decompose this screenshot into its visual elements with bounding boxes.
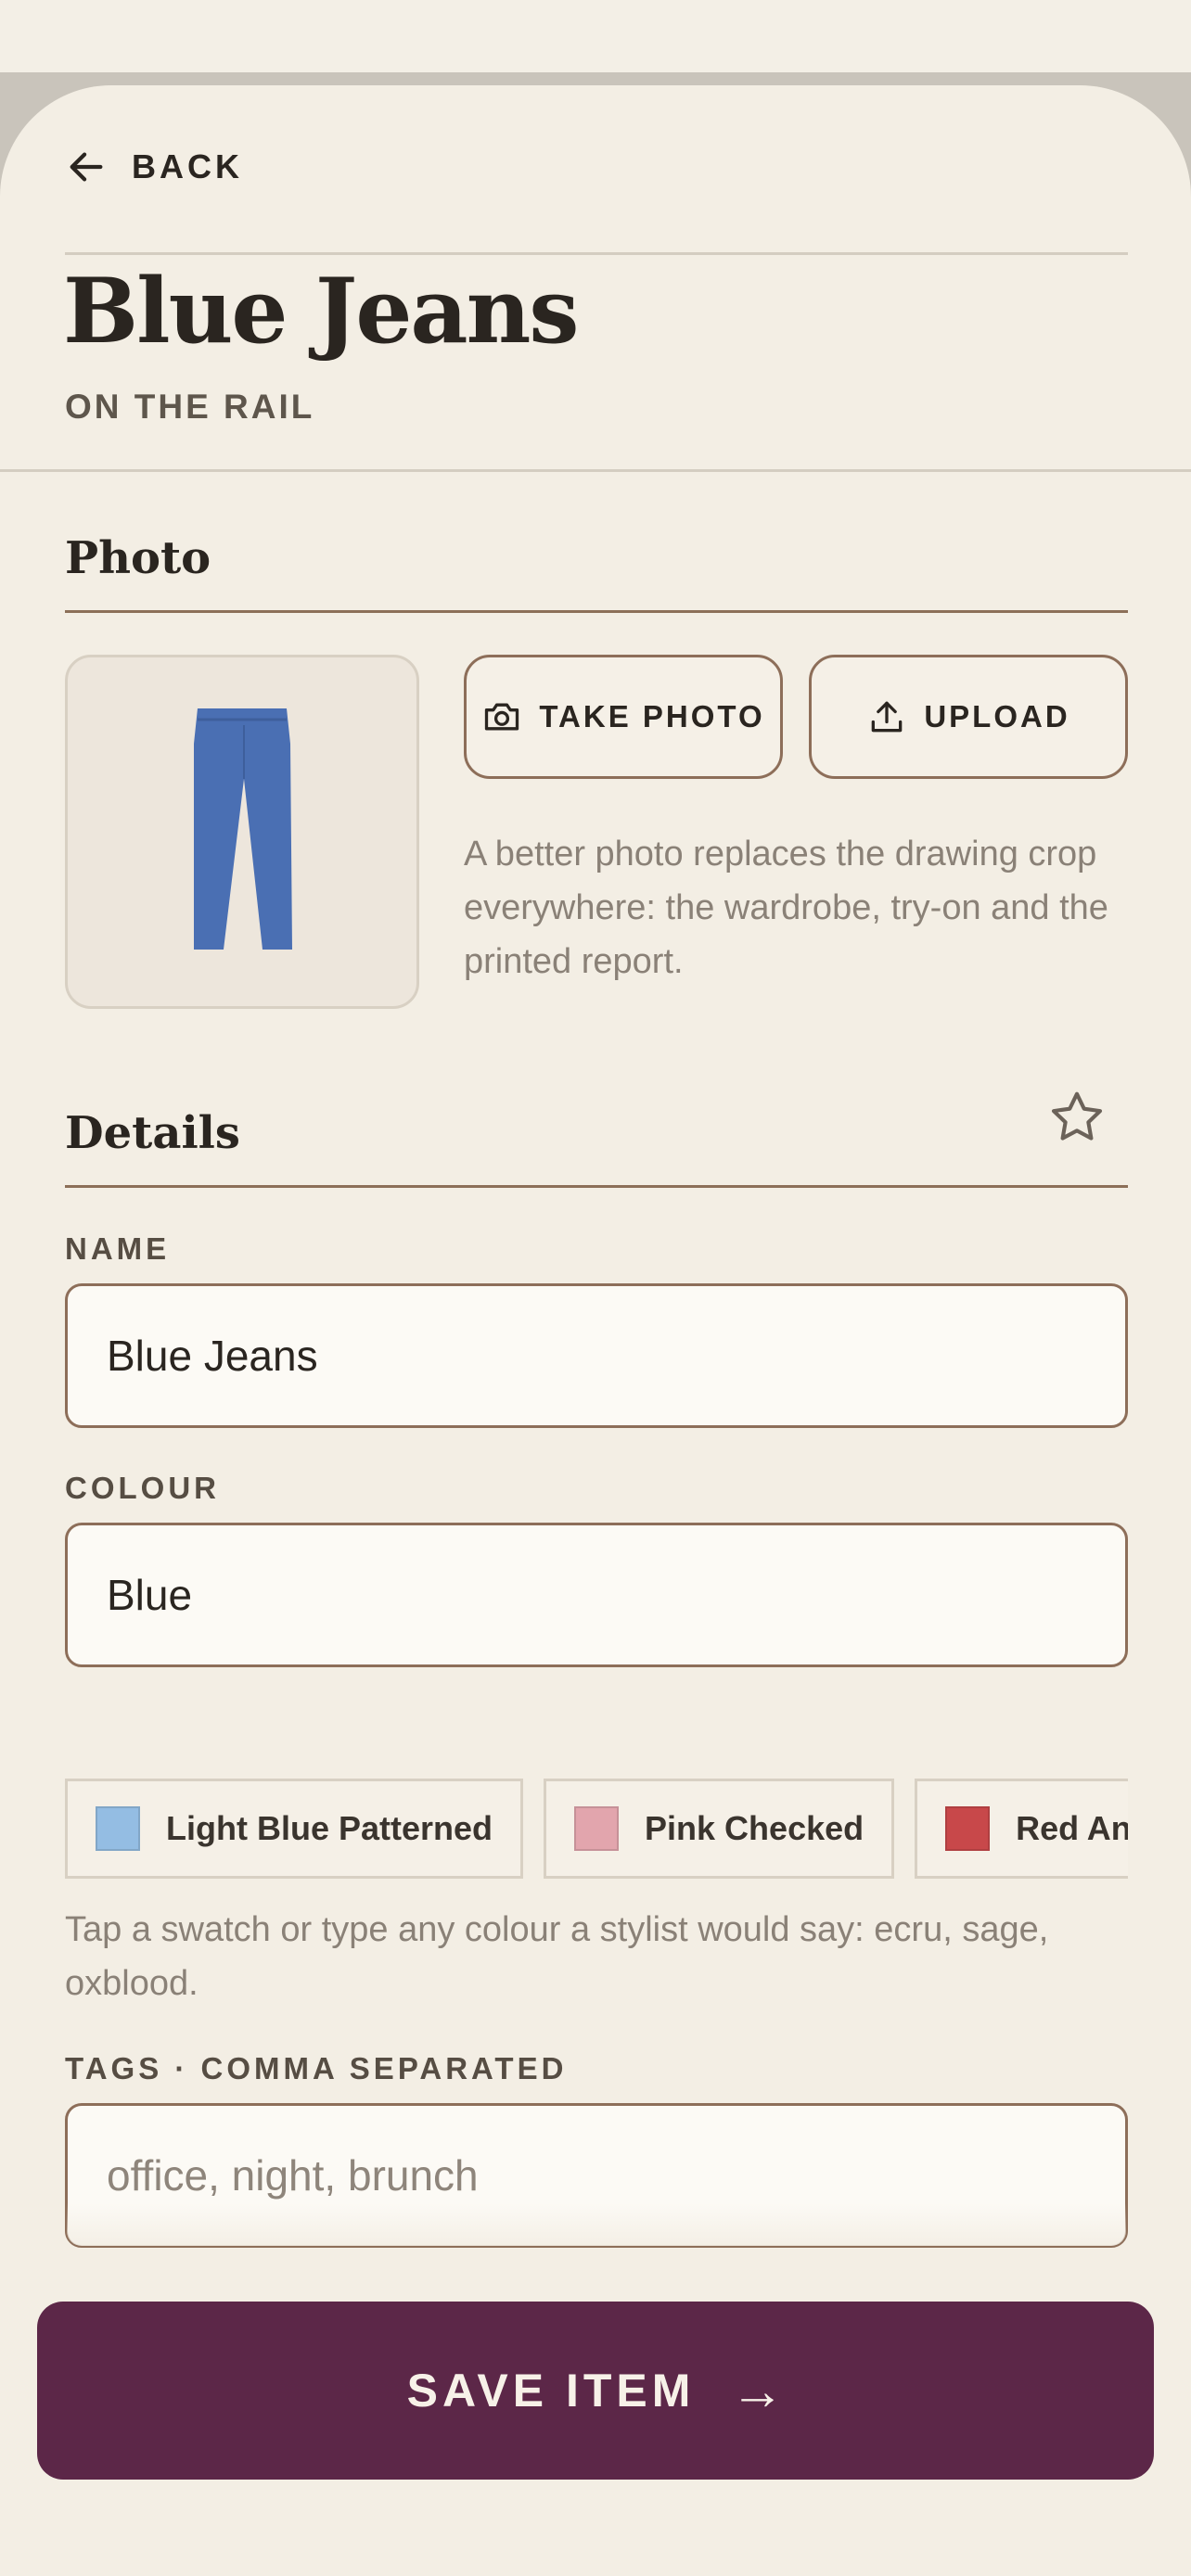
arrow-right-icon: → [730, 2360, 785, 2421]
swatch-red-and-navy[interactable]: Red And Navy [915, 1779, 1128, 1879]
save-item-button[interactable]: SAVE ITEM → [37, 2302, 1154, 2480]
details-heading-rule [65, 1185, 1128, 1188]
upload-label: UPLOAD [924, 699, 1070, 733]
star-outline-icon[interactable] [1046, 1087, 1108, 1148]
swatch-chip [574, 1806, 620, 1851]
status-bar [0, 0, 1191, 72]
header-divider [65, 252, 1128, 255]
item-status: ON THE RAIL [65, 388, 315, 426]
swatch-label: Light Blue Patterned [166, 1809, 493, 1847]
camera-icon [485, 703, 519, 731]
swatch-label: Pink Checked [645, 1809, 864, 1847]
name-field[interactable] [65, 1283, 1128, 1428]
photo-help-text: A better photo replaces the drawing crop… [464, 835, 1108, 981]
swatch-chip [945, 1806, 991, 1851]
jeans-illustration [194, 708, 292, 950]
tags-label: TAGS · COMMA SEPARATED [65, 2051, 568, 2085]
item-photo [65, 655, 419, 1009]
colour-swatch-row[interactable]: Light Blue Patterned Pink Checked Red An… [65, 1779, 1128, 1879]
swatch-label: Red And Navy [1016, 1809, 1128, 1847]
photo-heading: Photo [65, 532, 211, 584]
take-photo-button[interactable]: TAKE PHOTO [464, 655, 783, 779]
swatch-light-blue-patterned[interactable]: Light Blue Patterned [65, 1779, 524, 1879]
arrow-left-icon [70, 152, 103, 182]
colour-field[interactable] [65, 1523, 1128, 1667]
take-photo-label: TAKE PHOTO [539, 699, 765, 733]
back-button[interactable]: BACK [65, 141, 243, 193]
swatch-pink-checked[interactable]: Pink Checked [544, 1779, 895, 1879]
upload-button[interactable]: UPLOAD [809, 655, 1128, 779]
swatch-chip [96, 1806, 140, 1851]
name-input[interactable] [107, 1331, 1125, 1381]
colour-input[interactable] [107, 1570, 1125, 1620]
page-title: Blue Jeans [63, 259, 579, 363]
colour-label: COLOUR [65, 1471, 220, 1505]
tags-input[interactable] [107, 2150, 1125, 2200]
save-item-label: SAVE ITEM [406, 2365, 696, 2417]
details-heading: Details [65, 1107, 240, 1159]
upload-icon [872, 701, 903, 733]
title-divider [0, 469, 1191, 472]
colour-help-text: Tap a swatch or type any colour a stylis… [65, 1910, 1049, 2003]
back-label: BACK [132, 147, 243, 185]
name-label: NAME [65, 1231, 171, 1266]
item-sheet: BACK Blue Jeans ON THE RAIL Photo TAKE P… [0, 85, 1191, 2576]
tags-field[interactable] [65, 2103, 1128, 2248]
photo-heading-rule [65, 610, 1128, 613]
